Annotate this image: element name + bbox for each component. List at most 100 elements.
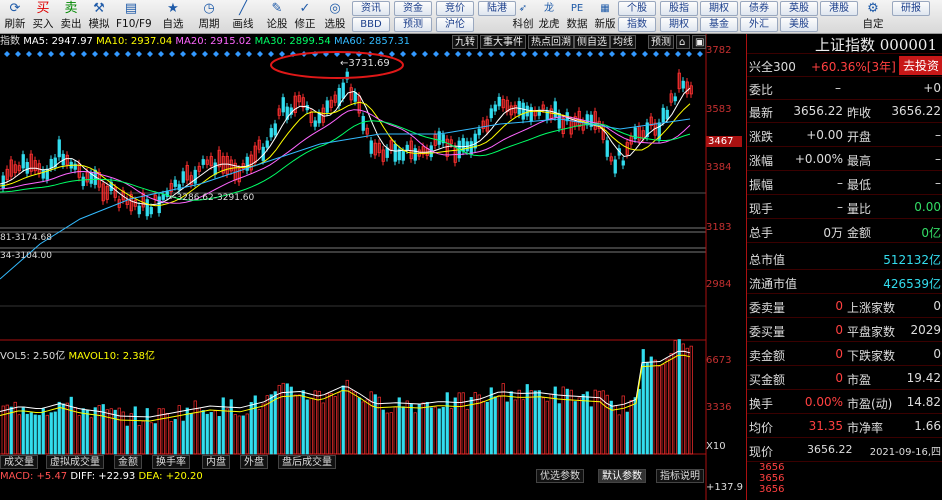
toolbar-small-button[interactable]: 资金 xyxy=(394,1,432,16)
tab-default-params[interactable]: 默认参数 xyxy=(598,469,646,483)
event-diamond-icon[interactable] xyxy=(279,51,285,57)
invest-button[interactable]: 去投资 xyxy=(899,56,942,75)
event-diamond-icon[interactable] xyxy=(576,51,582,57)
indicator-tab[interactable]: 虚拟成交量 xyxy=(46,455,104,469)
tag-predict[interactable]: 预测 xyxy=(648,35,674,49)
event-diamond-icon[interactable] xyxy=(246,51,252,57)
toolbar-small-button[interactable]: 竞价 xyxy=(436,1,474,16)
toolbar-comment-button[interactable]: ✎ 论股 xyxy=(262,0,292,34)
event-diamond-icon[interactable] xyxy=(158,51,164,57)
event-diamond-icon[interactable] xyxy=(224,51,230,57)
event-diamond-icon[interactable] xyxy=(4,51,10,57)
event-diamond-icon[interactable] xyxy=(455,51,461,57)
event-diamond-icon[interactable] xyxy=(213,51,219,57)
tag-major-event[interactable]: 重大事件 xyxy=(480,35,526,49)
event-diamond-icon[interactable] xyxy=(92,51,98,57)
event-diamond-icon[interactable] xyxy=(422,51,428,57)
event-diamond-icon[interactable] xyxy=(587,51,593,57)
toolbar-market-button[interactable]: 股指 xyxy=(660,1,698,16)
tag-jiuzhuan[interactable]: 九转 xyxy=(452,35,478,49)
event-diamond-icon[interactable] xyxy=(191,51,197,57)
event-diamond-icon[interactable] xyxy=(81,51,87,57)
toolbar-dragon-button[interactable]: 龙龙虎 xyxy=(536,0,562,34)
event-diamond-icon[interactable] xyxy=(631,51,637,57)
event-diamond-icon[interactable] xyxy=(598,51,604,57)
toolbar-f10-button[interactable]: ▤ F10/F9 xyxy=(116,0,152,34)
toolbar-market-button[interactable]: 英股 xyxy=(780,1,818,16)
event-diamond-icon[interactable] xyxy=(499,51,505,57)
event-diamond-icon[interactable] xyxy=(664,51,670,57)
toolbar-small-button[interactable]: BBD xyxy=(352,17,390,32)
tab-indicator-help[interactable]: 指标说明 xyxy=(656,469,704,483)
toolbar-market-button[interactable]: 债券 xyxy=(740,1,778,16)
event-diamond-icon[interactable] xyxy=(389,51,395,57)
event-diamond-icon[interactable] xyxy=(15,51,21,57)
toolbar-market-button[interactable]: 个股 xyxy=(618,1,656,16)
event-diamond-icon[interactable] xyxy=(202,51,208,57)
event-diamond-icon[interactable] xyxy=(543,51,549,57)
event-diamond-icon[interactable] xyxy=(125,51,131,57)
toolbar-market-button[interactable]: 指数 xyxy=(618,17,656,32)
event-diamond-icon[interactable] xyxy=(620,51,626,57)
lock-icon[interactable]: ⌂ xyxy=(676,35,690,49)
event-diamond-icon[interactable] xyxy=(444,51,450,57)
tag-ma[interactable]: 均线 xyxy=(610,35,636,49)
event-diamond-icon[interactable] xyxy=(565,51,571,57)
toolbar-select-stock-button[interactable]: ◎ 选股 xyxy=(320,0,350,34)
toolbar-pe-button[interactable]: PE 数据 xyxy=(564,0,590,34)
event-diamond-icon[interactable] xyxy=(510,51,516,57)
event-diamond-icon[interactable] xyxy=(70,51,76,57)
toolbar-clock-button[interactable]: ◷ 周期 xyxy=(194,0,224,34)
event-diamond-icon[interactable] xyxy=(609,51,615,57)
event-diamond-icon[interactable] xyxy=(554,51,560,57)
toolbar-market-button[interactable]: 期权 xyxy=(660,17,698,32)
indicator-tab[interactable]: 换手率 xyxy=(152,455,190,469)
event-diamond-icon[interactable] xyxy=(48,51,54,57)
event-diamond-icon[interactable] xyxy=(114,51,120,57)
toolbar-small-button[interactable]: 预测 xyxy=(394,17,432,32)
event-diamond-icon[interactable] xyxy=(686,51,692,57)
event-diamond-icon[interactable] xyxy=(675,51,681,57)
toolbar-market-button[interactable]: 美股 xyxy=(780,17,818,32)
event-diamond-icon[interactable] xyxy=(37,51,43,57)
toolbar-buy-button[interactable]: 买买入 xyxy=(28,0,58,34)
event-diamond-icon[interactable] xyxy=(697,51,703,57)
toolbar-new-button[interactable]: ▦ 新版 xyxy=(592,0,618,34)
toolbar-market-button[interactable]: 港股 xyxy=(820,1,858,16)
toolbar-star-button[interactable]: ★ 自选 xyxy=(158,0,188,34)
event-diamond-icon[interactable] xyxy=(488,51,494,57)
toolbar-market-button[interactable]: 研报 xyxy=(892,1,930,16)
event-diamond-icon[interactable] xyxy=(26,51,32,57)
indicator-tab[interactable]: 盘后成交量 xyxy=(278,455,336,469)
tag-self-select[interactable]: 侧自选 xyxy=(574,35,610,49)
kline-chart[interactable] xyxy=(0,34,746,500)
toolbar-market-button[interactable]: 外汇 xyxy=(740,17,778,32)
indicator-tab[interactable]: 内盘 xyxy=(202,455,230,469)
event-diamond-icon[interactable] xyxy=(59,51,65,57)
toolbar-hammer-button[interactable]: ⚒ 模拟 xyxy=(84,0,114,34)
event-diamond-icon[interactable] xyxy=(257,51,263,57)
event-diamond-icon[interactable] xyxy=(532,51,538,57)
indicator-tab[interactable]: 外盘 xyxy=(240,455,268,469)
toolbar-market-button[interactable]: 基金 xyxy=(700,17,738,32)
event-diamond-icon[interactable] xyxy=(433,51,439,57)
event-diamond-icon[interactable] xyxy=(169,51,175,57)
event-diamond-icon[interactable] xyxy=(521,51,527,57)
zoom-icon[interactable]: ▣ xyxy=(692,35,706,49)
toolbar-sell-button[interactable]: 卖卖出 xyxy=(56,0,86,34)
event-diamond-icon[interactable] xyxy=(235,51,241,57)
toolbar-custom-button[interactable]: ⚙ 自定 xyxy=(858,0,888,34)
event-diamond-icon[interactable] xyxy=(477,51,483,57)
event-diamond-icon[interactable] xyxy=(466,51,472,57)
toolbar-small-button[interactable]: 资讯 xyxy=(352,1,390,16)
event-diamond-icon[interactable] xyxy=(136,51,142,57)
event-diamond-icon[interactable] xyxy=(268,51,274,57)
event-diamond-icon[interactable] xyxy=(147,51,153,57)
event-diamond-icon[interactable] xyxy=(103,51,109,57)
event-diamond-icon[interactable] xyxy=(400,51,406,57)
toolbar-refresh-button[interactable]: ⟳ 刷新 xyxy=(0,0,30,34)
toolbar-rocket-button[interactable]: ➶ 科创 xyxy=(510,0,536,34)
toolbar-small-button[interactable]: 沪伦 xyxy=(436,17,474,32)
tag-hot-review[interactable]: 热点回溯 xyxy=(528,35,574,49)
event-diamond-icon[interactable] xyxy=(653,51,659,57)
